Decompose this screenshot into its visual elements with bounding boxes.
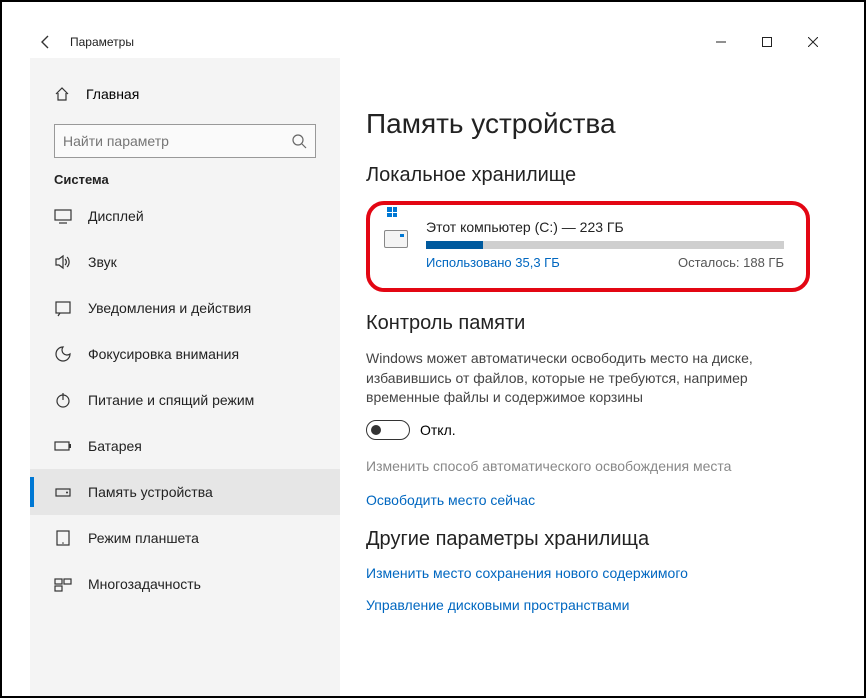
nav-notifications[interactable]: Уведомления и действия — [30, 285, 340, 331]
window-title: Параметры — [70, 35, 134, 49]
close-button[interactable] — [790, 26, 836, 58]
drive-usage-bar — [426, 241, 784, 249]
link-save-locations[interactable]: Изменить место сохранения нового содержи… — [366, 565, 810, 581]
power-icon — [54, 391, 72, 409]
sidebar: Главная Система Дисплей Звук Уведо — [30, 58, 340, 696]
nav-focus[interactable]: Фокусировка внимания — [30, 331, 340, 377]
link-change-auto: Изменить способ автоматического освобожд… — [366, 458, 810, 474]
nav-tablet[interactable]: Режим планшета — [30, 515, 340, 561]
search-input[interactable] — [63, 133, 291, 149]
section-header: Система — [30, 172, 340, 187]
multitask-icon — [54, 575, 72, 593]
link-free-now[interactable]: Освободить место сейчас — [366, 492, 810, 508]
nav-label: Батарея — [88, 438, 142, 454]
battery-icon — [54, 437, 72, 455]
content-area: Память устройства Локальное хранилище Эт… — [340, 58, 836, 696]
nav-label: Многозадачность — [88, 576, 201, 592]
nav-power[interactable]: Питание и спящий режим — [30, 377, 340, 423]
home-label: Главная — [86, 86, 139, 102]
nav-label: Питание и спящий режим — [88, 392, 254, 408]
notifications-icon — [54, 299, 72, 317]
other-storage-header: Другие параметры хранилища — [366, 528, 810, 551]
link-storage-spaces[interactable]: Управление дисковыми пространствами — [366, 597, 810, 613]
storage-sense-description: Windows может автоматически освободить м… — [366, 349, 796, 408]
home-icon — [54, 86, 70, 102]
home-nav[interactable]: Главная — [30, 74, 340, 114]
storage-sense-toggle[interactable] — [366, 420, 410, 440]
maximize-button[interactable] — [744, 26, 790, 58]
nav-sound[interactable]: Звук — [30, 239, 340, 285]
nav-label: Фокусировка внимания — [88, 346, 239, 362]
drive-c[interactable]: Этот компьютер (C:) — 223 ГБ Использован… — [380, 219, 784, 270]
tablet-icon — [54, 529, 72, 547]
nav-storage[interactable]: Память устройства — [30, 469, 340, 515]
page-title: Память устройства — [366, 108, 810, 140]
drive-title: Этот компьютер (C:) — 223 ГБ — [426, 219, 784, 235]
nav-label: Дисплей — [88, 208, 144, 224]
nav-battery[interactable]: Батарея — [30, 423, 340, 469]
nav-display[interactable]: Дисплей — [30, 193, 340, 239]
local-storage-header: Локальное хранилище — [366, 164, 810, 187]
search-input-wrap[interactable] — [54, 124, 316, 158]
focus-icon — [54, 345, 72, 363]
nav-multitask[interactable]: Многозадачность — [30, 561, 340, 607]
storage-sense-header: Контроль памяти — [366, 312, 810, 335]
nav-label: Память устройства — [88, 484, 213, 500]
sound-icon — [54, 253, 72, 271]
display-icon — [54, 207, 72, 225]
nav-label: Уведомления и действия — [88, 300, 251, 316]
highlighted-drive: Этот компьютер (C:) — 223 ГБ Использован… — [366, 201, 810, 292]
storage-icon — [54, 483, 72, 501]
drive-icon — [380, 219, 412, 259]
nav-label: Режим планшета — [88, 530, 199, 546]
search-icon — [291, 133, 307, 149]
drive-used-link[interactable]: Использовано 35,3 ГБ — [426, 255, 560, 270]
drive-remaining: Осталось: 188 ГБ — [678, 255, 784, 270]
toggle-state-label: Откл. — [420, 422, 456, 438]
nav-label: Звук — [88, 254, 117, 270]
back-button[interactable] — [30, 26, 62, 58]
minimize-button[interactable] — [698, 26, 744, 58]
